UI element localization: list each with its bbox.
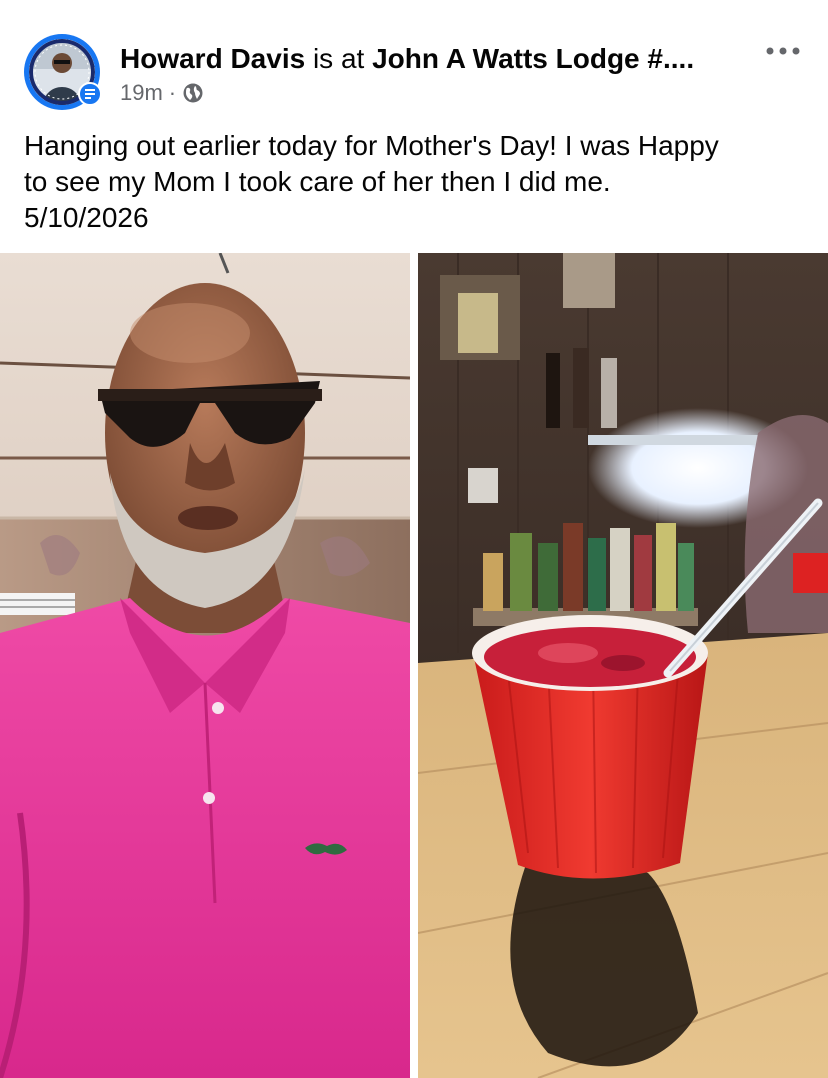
more-options-button[interactable]	[760, 36, 806, 66]
post-timestamp[interactable]: 19m	[120, 80, 163, 106]
header-connector: is at	[305, 43, 373, 74]
check-in-place[interactable]: John A Watts Lodge #....	[372, 43, 694, 74]
caption-line-3: 5/10/2026	[24, 202, 149, 233]
avatar-badge-icon	[78, 82, 102, 106]
post-header: Howard Davis is at John A Watts Lodge #.…	[120, 42, 750, 76]
post-meta: 19m ·	[120, 80, 204, 106]
facebook-post: Howard Davis is at John A Watts Lodge #.…	[0, 0, 828, 1078]
globe-icon[interactable]	[182, 82, 204, 104]
caption-line-2: to see my Mom I took care of her then I …	[24, 166, 611, 197]
author-avatar[interactable]	[24, 34, 102, 110]
caption-line-1: Hanging out earlier today for Mother's D…	[24, 130, 719, 161]
more-options-icon	[766, 47, 800, 55]
post-caption: Hanging out earlier today for Mother's D…	[24, 128, 804, 236]
author-name[interactable]: Howard Davis	[120, 43, 305, 74]
drink-photo[interactable]	[418, 253, 828, 1078]
selfie-photo[interactable]	[0, 253, 410, 1078]
meta-separator: ·	[168, 80, 177, 105]
